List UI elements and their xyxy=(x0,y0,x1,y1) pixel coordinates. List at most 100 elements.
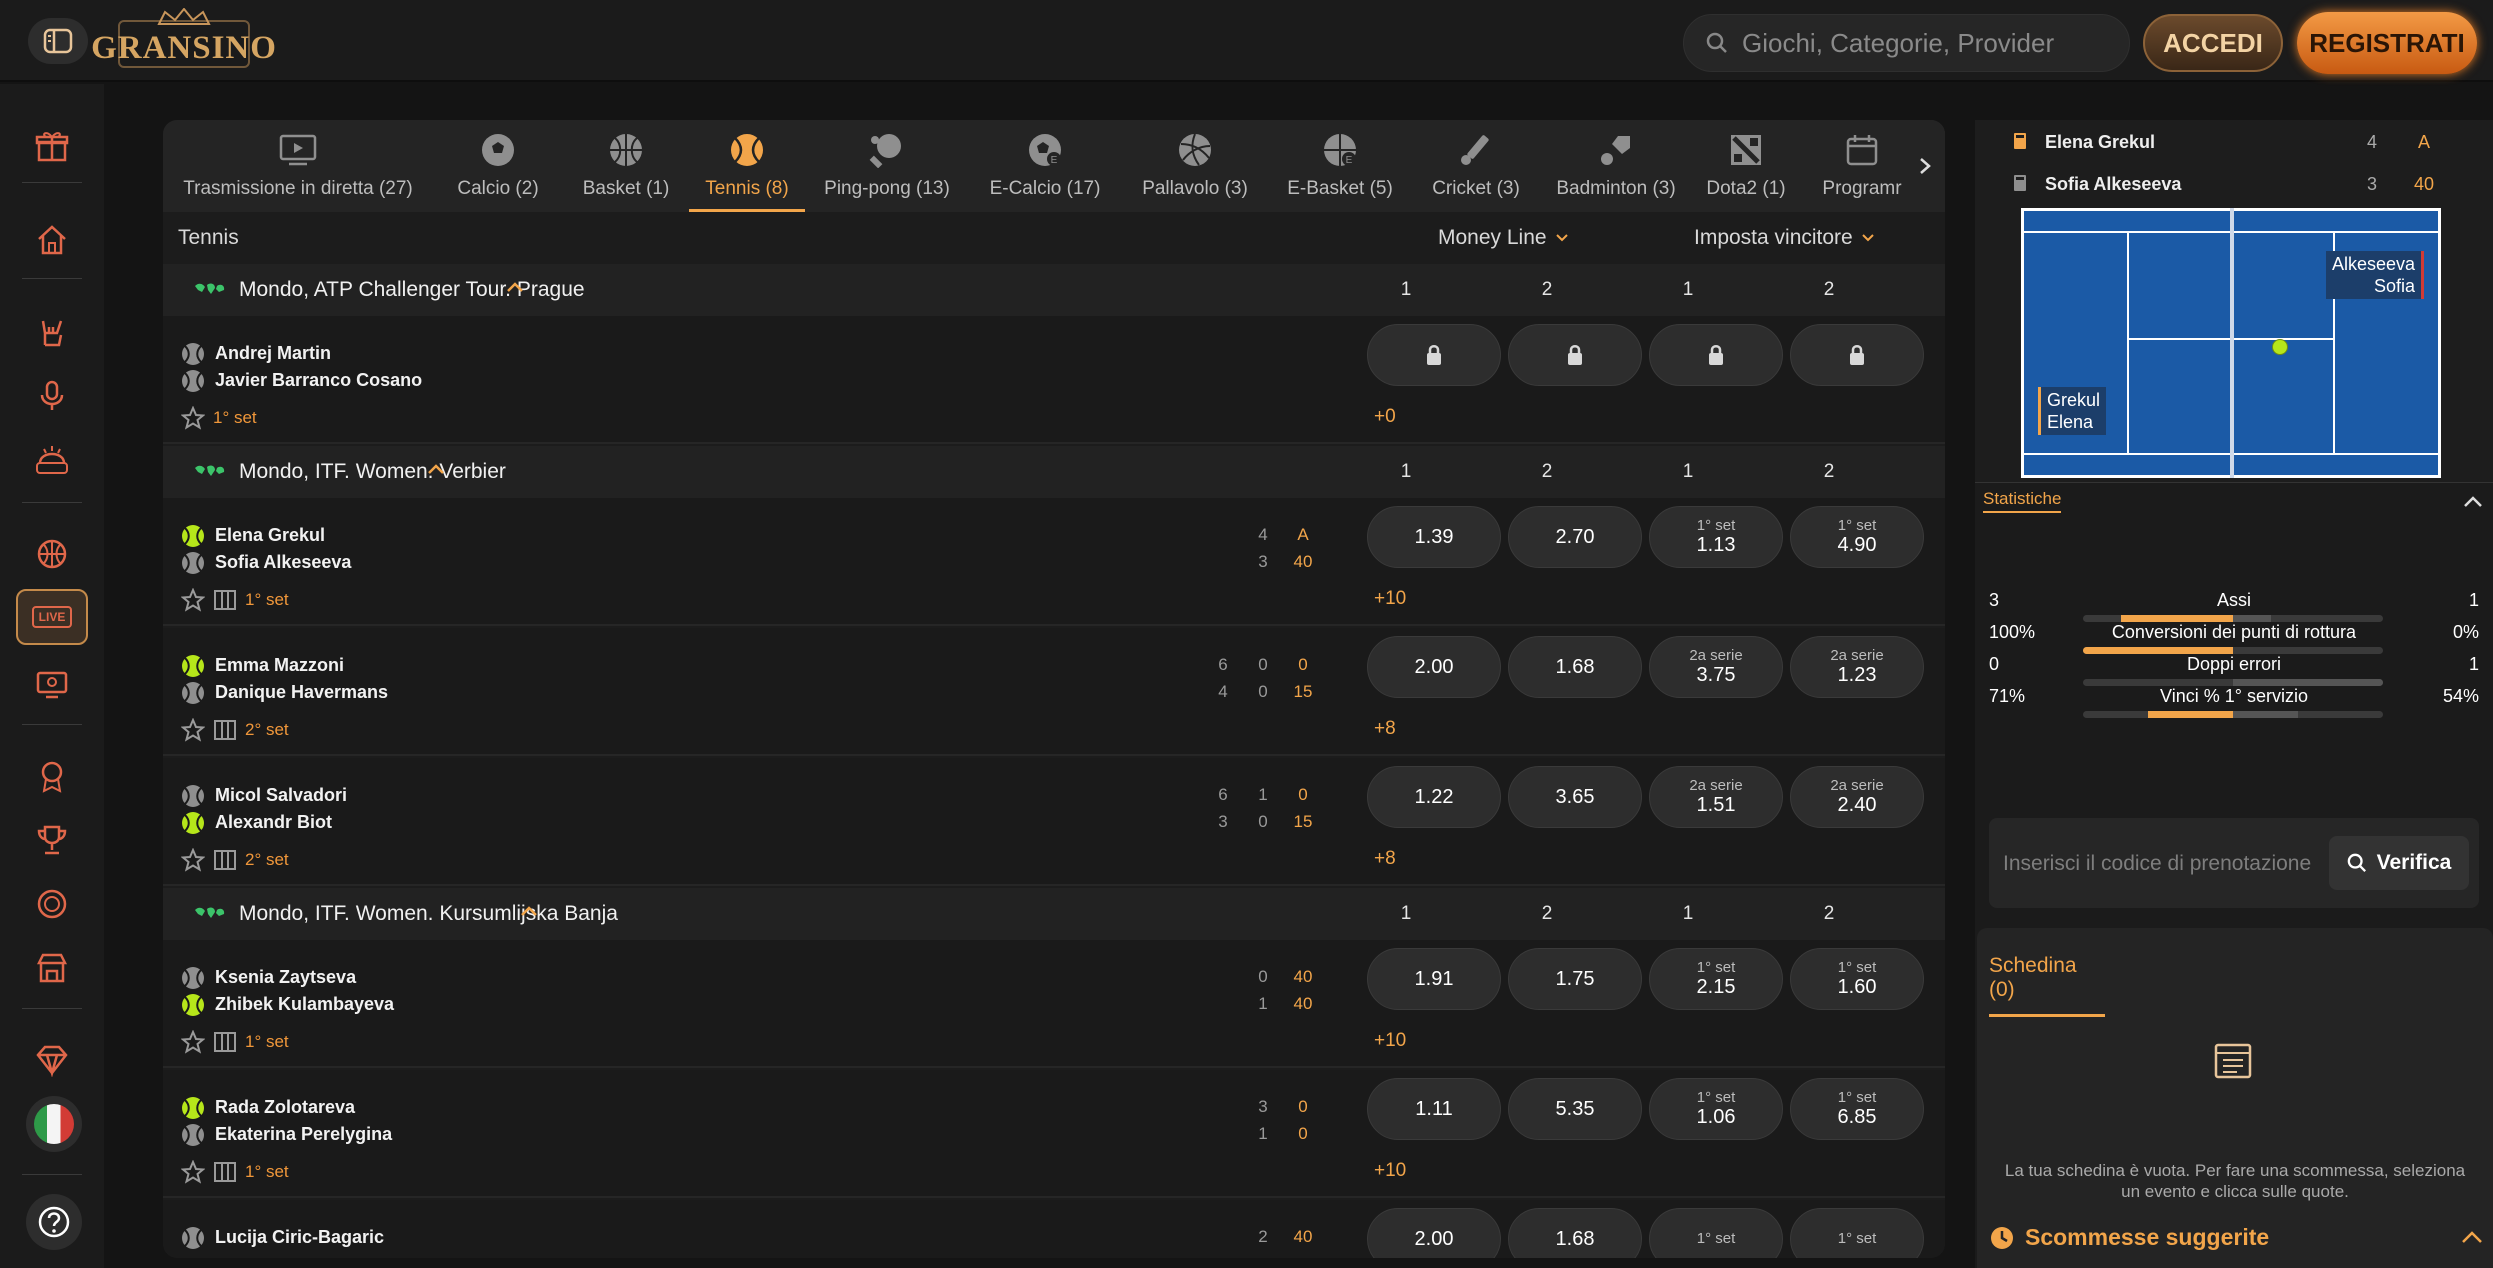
odds-button[interactable]: 1.22 xyxy=(1367,766,1501,828)
diamond-icon[interactable] xyxy=(32,1040,72,1080)
player-1-name[interactable]: Emma Mazzoni xyxy=(215,655,344,676)
odds-button[interactable]: 2.00 xyxy=(1367,1208,1501,1258)
tab-pingpong[interactable]: Ping-pong (13) xyxy=(805,120,969,212)
booking-code-input[interactable] xyxy=(2003,844,2313,884)
player-2-name[interactable]: Sofia Alkeseeva xyxy=(215,552,351,573)
odds-button[interactable]: 1° set 1.60 xyxy=(1790,948,1924,1010)
odds-button[interactable]: 2a serie 1.51 xyxy=(1649,766,1783,828)
search-bar[interactable] xyxy=(1683,14,2130,72)
more-markets-link[interactable]: +10 xyxy=(1374,1030,1406,1052)
more-markets-link[interactable]: +8 xyxy=(1374,718,1396,740)
more-markets-link[interactable]: +8 xyxy=(1374,848,1396,870)
odds-button[interactable]: 3.65 xyxy=(1508,766,1642,828)
tab-soccer[interactable]: Calcio (2) xyxy=(433,120,563,212)
coin-icon[interactable] xyxy=(32,884,72,924)
live-nav-button[interactable]: LIVE xyxy=(16,589,88,645)
language-flag-italy[interactable] xyxy=(26,1096,82,1152)
favorite-star-icon[interactable] xyxy=(181,1160,205,1184)
tab-badminton[interactable]: Badminton (3) xyxy=(1541,120,1691,212)
odds-button[interactable]: 1.11 xyxy=(1367,1078,1501,1140)
odds-button[interactable]: 1.39 xyxy=(1367,506,1501,568)
player-2-name[interactable]: Zhibek Kulambayeva xyxy=(215,994,394,1015)
suggested-bets-header[interactable]: Scommesse suggerite xyxy=(1989,1224,2269,1251)
trophy-icon[interactable] xyxy=(32,820,72,860)
favorite-star-icon[interactable] xyxy=(181,406,205,430)
chevron-up-icon[interactable] xyxy=(505,280,525,294)
odds-button[interactable]: 1° set 1.13 xyxy=(1649,506,1783,568)
odds-button[interactable]: 1° set 1.06 xyxy=(1649,1078,1783,1140)
match-row[interactable]: Micol Salvadori Alexandr Biot 6 1 0 3 0 15 2° se… xyxy=(163,758,1945,886)
tab-ebasketball[interactable]: E E-Basket (5) xyxy=(1269,120,1411,212)
tab-tennis[interactable]: Tennis (8) xyxy=(689,120,805,212)
match-row[interactable]: Andrej Martin Javier Barranco Cosano 1° se… xyxy=(163,316,1945,444)
odds-button[interactable]: 1.68 xyxy=(1508,1208,1642,1258)
tabs-next-button[interactable] xyxy=(1905,120,1945,212)
tab-basketball[interactable]: Basket (1) xyxy=(563,120,689,212)
brand-logo[interactable]: GRANSINO xyxy=(91,8,276,76)
odds-button[interactable]: 2.70 xyxy=(1508,506,1642,568)
market-select-money-line[interactable]: Money Line xyxy=(1438,226,1569,250)
tab-live-stream[interactable]: Trasmissione in diretta (27) xyxy=(163,120,433,212)
favorite-star-icon[interactable] xyxy=(181,1030,205,1054)
microphone-icon[interactable] xyxy=(32,376,72,416)
more-markets-link[interactable]: +0 xyxy=(1374,406,1396,428)
league-header[interactable]: Mondo, ITF. Women. Verbier 1 2 1 2 xyxy=(163,446,1945,498)
player-1-name[interactable]: Elena Grekul xyxy=(215,525,325,546)
betslip-tab[interactable]: Schedina (0) xyxy=(1989,954,2105,1017)
odds-button[interactable]: 1° set xyxy=(1649,1208,1783,1258)
odds-button[interactable]: 2.00 xyxy=(1367,636,1501,698)
scoreboard-icon[interactable] xyxy=(213,719,237,741)
chevron-up-icon[interactable] xyxy=(2461,1230,2483,1244)
odds-button[interactable]: 1° set 2.15 xyxy=(1649,948,1783,1010)
help-icon[interactable] xyxy=(26,1194,82,1250)
match-row[interactable]: Ksenia Zaytseva Zhibek Kulambayeva 0 40 1 40 1… xyxy=(163,940,1945,1068)
rock-hand-icon[interactable] xyxy=(32,312,72,352)
medal-icon[interactable] xyxy=(32,756,72,796)
odds-button[interactable]: 1.75 xyxy=(1508,948,1642,1010)
search-input[interactable] xyxy=(1742,27,2102,59)
scoreboard-icon[interactable] xyxy=(213,849,237,871)
match-row[interactable]: Elena Grekul Sofia Alkeseeva 4 A 3 40 1° set 1.… xyxy=(163,498,1945,626)
shop-icon[interactable] xyxy=(32,948,72,988)
scoreboard-icon[interactable] xyxy=(213,1161,237,1183)
player-1-name[interactable]: Ksenia Zaytseva xyxy=(215,967,356,988)
tab-esoccer[interactable]: E E-Calcio (17) xyxy=(969,120,1121,212)
tab-cricket[interactable]: Cricket (3) xyxy=(1411,120,1541,212)
odds-button[interactable]: 1.91 xyxy=(1367,948,1501,1010)
odds-button[interactable] xyxy=(1790,324,1924,386)
odds-button[interactable]: 1° set 4.90 xyxy=(1790,506,1924,568)
odds-button[interactable] xyxy=(1367,324,1501,386)
odds-button[interactable]: 2a serie 2.40 xyxy=(1790,766,1924,828)
match-row[interactable]: Emma Mazzoni Danique Havermans 6 0 0 4 0 15 2° s… xyxy=(163,628,1945,756)
scoreboard-icon[interactable] xyxy=(213,1031,237,1053)
odds-button[interactable] xyxy=(1649,324,1783,386)
stats-header[interactable]: Statistiche xyxy=(1975,482,2493,522)
more-markets-link[interactable]: +10 xyxy=(1374,1160,1406,1182)
win-icon[interactable] xyxy=(32,440,72,480)
odds-button[interactable] xyxy=(1508,324,1642,386)
favorite-star-icon[interactable] xyxy=(181,718,205,742)
scoreboard-icon[interactable] xyxy=(213,589,237,611)
league-header[interactable]: Mondo, ATP Challenger Tour. Prague 1 2 1 2 xyxy=(163,264,1945,316)
player-1-name[interactable]: Lucija Ciric-Bagaric xyxy=(215,1227,384,1248)
player-1-name[interactable]: Andrej Martin xyxy=(215,343,331,364)
favorite-star-icon[interactable] xyxy=(181,588,205,612)
odds-button[interactable]: 5.35 xyxy=(1508,1078,1642,1140)
odds-button[interactable]: 1° set 6.85 xyxy=(1790,1078,1924,1140)
chevron-up-icon[interactable] xyxy=(519,904,539,918)
home-icon[interactable] xyxy=(32,220,72,260)
virtual-sports-icon[interactable] xyxy=(32,664,72,704)
more-markets-link[interactable]: +10 xyxy=(1374,588,1406,610)
register-button[interactable]: REGISTRATI xyxy=(2297,12,2477,74)
player-2-name[interactable]: Javier Barranco Cosano xyxy=(215,370,422,391)
player-2-name[interactable]: Alexandr Biot xyxy=(215,812,332,833)
player-1-name[interactable]: Micol Salvadori xyxy=(215,785,347,806)
player-2-name[interactable]: Ekaterina Perelygina xyxy=(215,1124,392,1145)
odds-button[interactable]: 1.68 xyxy=(1508,636,1642,698)
gift-icon[interactable] xyxy=(32,126,72,166)
tab-volleyball[interactable]: Pallavolo (3) xyxy=(1121,120,1269,212)
odds-button[interactable]: 2a serie 3.75 xyxy=(1649,636,1783,698)
basketball-nav-icon[interactable] xyxy=(32,534,72,574)
chevron-up-icon[interactable] xyxy=(426,462,446,476)
login-button[interactable]: ACCEDI xyxy=(2143,14,2283,72)
